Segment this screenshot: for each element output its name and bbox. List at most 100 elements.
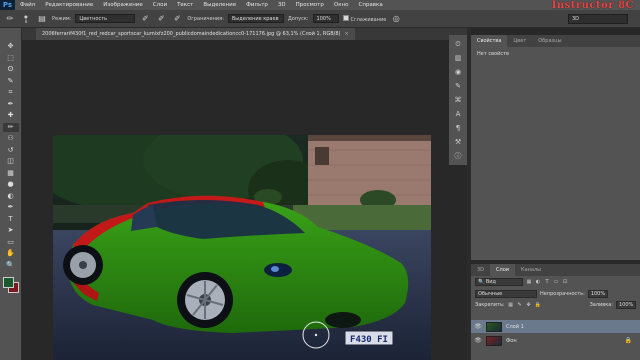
- eye-icon[interactable]: 👁: [474, 323, 482, 330]
- tools-panel: ✥ ⬚ ʘ ✎ ⌗ ✒ ✚ ✏ ⚇ ↺ ◫ ▦ ● ◐ ✒ T ➤ ▭ ✋ 🔍: [0, 28, 22, 360]
- opacity-field[interactable]: 100%: [587, 289, 608, 298]
- zoom-icon[interactable]: 🔍: [3, 261, 19, 271]
- path-select-icon[interactable]: ➤: [3, 226, 19, 236]
- layer-comps-icon[interactable]: ▥: [452, 53, 464, 64]
- menu-type[interactable]: Текст: [172, 2, 198, 8]
- sampling-continuous-icon[interactable]: ✐: [139, 13, 151, 25]
- menu-layers[interactable]: Слои: [148, 2, 172, 8]
- crop-tool-icon[interactable]: ⌗: [3, 88, 19, 98]
- menu-edit[interactable]: Редактирование: [40, 2, 98, 8]
- tolerance-field[interactable]: 100%: [312, 14, 339, 23]
- close-icon[interactable]: ×: [345, 31, 349, 37]
- mode-select[interactable]: Цветность: [75, 14, 136, 23]
- filter-adjust-icon[interactable]: ◐: [535, 279, 541, 285]
- info-panel-icon[interactable]: ⓘ: [452, 151, 464, 162]
- menu-view[interactable]: Просмотр: [291, 2, 329, 8]
- lock-image-icon[interactable]: ✎: [517, 302, 523, 308]
- lock-position-icon[interactable]: ✥: [526, 302, 532, 308]
- menu-help[interactable]: Справка: [353, 2, 387, 8]
- healing-brush-icon[interactable]: ✚: [3, 111, 19, 121]
- car-photo: F430 FI: [53, 135, 431, 360]
- limits-select[interactable]: Выделение краев: [227, 14, 284, 23]
- tool-presets-icon[interactable]: ⚒: [452, 137, 464, 148]
- properties-panel: Свойства Цвет Образцы Нет свойств: [471, 35, 640, 260]
- brush-preset-icon[interactable]: ✏: [4, 13, 16, 25]
- canvas-area[interactable]: F430 FI: [22, 40, 467, 360]
- lasso-tool-icon[interactable]: ʘ: [3, 65, 19, 75]
- hand-icon[interactable]: ✋: [3, 249, 19, 259]
- brush-size-icon[interactable]: ● 8: [20, 13, 32, 25]
- color-swatches[interactable]: [2, 276, 20, 294]
- dodge-icon[interactable]: ◐: [3, 192, 19, 202]
- document-image[interactable]: F430 FI: [53, 135, 431, 360]
- tab-properties[interactable]: Свойства: [471, 35, 508, 47]
- tab-layers[interactable]: Слои: [490, 264, 516, 276]
- workspace-select[interactable]: 3D: [568, 14, 628, 24]
- eyedropper-icon[interactable]: ✒: [3, 100, 19, 110]
- paragraph-panel-icon[interactable]: ¶: [452, 123, 464, 134]
- shape-icon[interactable]: ▭: [3, 238, 19, 248]
- layer-name: Фон: [506, 337, 517, 344]
- tab-3d[interactable]: 3D: [471, 264, 490, 276]
- menu-3d[interactable]: 3D: [273, 2, 291, 8]
- layers-panel: 3D Слои Каналы 🔍 Вид ▦ ◐ T ▭ ⊡ Обычные Н…: [471, 264, 640, 360]
- gradient-icon[interactable]: ▦: [3, 169, 19, 179]
- marquee-tool-icon[interactable]: ⬚: [3, 54, 19, 64]
- clone-source-icon[interactable]: ⌘: [452, 95, 464, 106]
- sampling-swatch-icon[interactable]: ✐: [171, 13, 183, 25]
- menu-window[interactable]: Окно: [329, 2, 354, 8]
- pen-icon[interactable]: ✒: [3, 203, 19, 213]
- quick-select-icon[interactable]: ✎: [3, 77, 19, 87]
- sampling-once-icon[interactable]: ✐: [155, 13, 167, 25]
- layers-tabs: 3D Слои Каналы: [471, 264, 640, 276]
- type-icon[interactable]: T: [3, 215, 19, 225]
- foreground-color-swatch[interactable]: [2, 277, 14, 288]
- document-tab[interactable]: 2006ferrarif430f1_red_redcar_sportscar_k…: [36, 28, 355, 40]
- lock-row: Закрепить: ▦ ✎ ✥ 🔒 Заливка: 100%: [471, 299, 640, 310]
- lock-all-icon[interactable]: 🔒: [535, 302, 541, 308]
- filter-pixel-icon[interactable]: ▦: [526, 279, 532, 285]
- blend-mode-select[interactable]: Обычные: [475, 289, 537, 298]
- history-brush-icon[interactable]: ↺: [3, 146, 19, 156]
- eye-icon[interactable]: 👁: [474, 337, 482, 344]
- brush-tool-icon[interactable]: ✏: [2, 122, 19, 132]
- layer-row-background[interactable]: 👁 Фон 🔒: [471, 334, 640, 347]
- document-tab-bar: 2006ferrarif430f1_red_redcar_sportscar_k…: [22, 28, 467, 40]
- menu-image[interactable]: Изображение: [98, 2, 148, 8]
- antialias-label: Сглаживание: [350, 16, 387, 23]
- options-bar: ✏ ● 8 ▤ Режим: Цветность ✐ ✐ ✐ Ограничени…: [0, 10, 640, 28]
- opacity-label: Непрозрачность:: [540, 290, 585, 297]
- tab-swatches[interactable]: Образцы: [532, 35, 567, 47]
- filter-shape-icon[interactable]: ▭: [553, 279, 559, 285]
- brush-panel-icon[interactable]: ▤: [36, 13, 48, 25]
- adjustments-icon[interactable]: ◉: [452, 67, 464, 78]
- menu-file[interactable]: Файл: [15, 2, 40, 8]
- lock-transparent-icon[interactable]: ▦: [508, 302, 514, 308]
- clone-stamp-icon[interactable]: ⚇: [3, 134, 19, 144]
- move-tool-icon[interactable]: ✥: [3, 42, 19, 52]
- pressure-icon[interactable]: ◎: [390, 13, 402, 25]
- kind-filter-select[interactable]: 🔍 Вид: [475, 278, 523, 286]
- layer-thumbnail: [486, 321, 502, 332]
- filter-type-icon[interactable]: T: [544, 279, 550, 285]
- history-panel-icon[interactable]: ⏲: [452, 39, 464, 50]
- tolerance-label: Допуск:: [287, 15, 309, 22]
- menu-select[interactable]: Выделение: [198, 2, 241, 8]
- brush-size-value: 8: [24, 18, 28, 24]
- character-panel-icon[interactable]: A: [452, 109, 464, 120]
- layer-thumbnail: [486, 335, 502, 346]
- license-plate-text: F430 FI: [350, 335, 388, 345]
- tab-color[interactable]: Цвет: [507, 35, 532, 47]
- properties-empty-text: Нет свойств: [477, 51, 509, 57]
- mode-label: Режим:: [52, 15, 72, 22]
- eraser-icon[interactable]: ◫: [3, 157, 19, 167]
- menu-filter[interactable]: Фильтр: [241, 2, 273, 8]
- blur-icon[interactable]: ●: [3, 180, 19, 190]
- brush-settings-icon[interactable]: ✎: [452, 81, 464, 92]
- tab-channels[interactable]: Каналы: [515, 264, 547, 276]
- layer-row-layer1[interactable]: 👁 Слой 1: [471, 320, 640, 333]
- menu-bar: Ps Файл Редактирование Изображение Слои …: [0, 0, 640, 11]
- antialias-checkbox[interactable]: Сглаживание: [342, 14, 387, 23]
- filter-smart-icon[interactable]: ⊡: [562, 279, 568, 285]
- fill-field[interactable]: 100%: [616, 300, 636, 309]
